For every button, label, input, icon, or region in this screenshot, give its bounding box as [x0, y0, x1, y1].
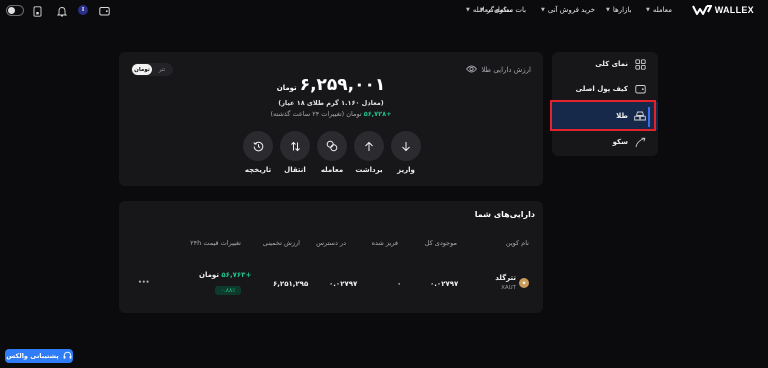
support-button[interactable]: پشتیبانی والکس [5, 349, 73, 363]
withdraw-button[interactable]: برداشت [354, 131, 384, 174]
support-label: پشتیبانی والکس [6, 352, 59, 360]
transfer-label: انتقال [284, 166, 306, 174]
trade-button[interactable]: معامله [317, 131, 347, 174]
chevron-down-icon: ▼ [646, 7, 650, 13]
profile-badge-icon[interactable]: I [78, 5, 88, 15]
nav-markets-label: بازارها [612, 6, 632, 14]
action-buttons: تاریخچه انتقال معامله برداشت واریز [243, 131, 421, 174]
gold-summary-card: تومان تتر ارزش دارایی طلا ۶,۲۵۹,۰۰۱تومان… [119, 52, 543, 186]
assets-card: دارایی‌های شما نام کوین موجودی کل فریز ش… [119, 201, 543, 313]
wallex-wordmark: WALLEX [714, 5, 754, 15]
nav-instant-buy-sell[interactable]: خرید فروش آنی ▼ [541, 6, 595, 14]
top-navigation: WALLEX معامله ▼ بازارها ▼ خرید فروش آنی … [0, 0, 768, 22]
price-change-amount: +۵۶,۷۶۳ تومان [199, 271, 251, 279]
sidebar-item-overview[interactable]: نمای کلی [552, 52, 658, 76]
estimated-value: ۶,۲۵۱,۲۹۵ [273, 280, 309, 288]
coin-name: تترگلد [495, 274, 516, 282]
daily-change-value: +۵۶,۷۲۸ [363, 110, 392, 118]
daily-change-label: تومان (تغییرات ۲۴ ساعت گذشته) [270, 110, 362, 118]
deposit-label: واریز [397, 166, 415, 174]
swap-icon [317, 131, 347, 161]
nav-markets[interactable]: بازارها ▼ [606, 6, 631, 14]
history-label: تاریخچه [244, 166, 272, 174]
wallex-logo-mark [691, 5, 712, 15]
nav-trade-label: معامله [652, 6, 672, 14]
trade-label: معامله [320, 166, 344, 174]
frozen-balance: ۰ [397, 280, 402, 288]
coin-symbol: XAUT [501, 285, 516, 291]
column-header: نام کوین [505, 239, 529, 247]
daily-change: +۵۶,۷۲۸ تومان (تغییرات ۲۴ ساعت گذشته) [119, 110, 543, 118]
history-button[interactable]: تاریخچه [243, 131, 273, 174]
history-icon [243, 131, 273, 161]
chevron-down-icon: ▼ [541, 7, 545, 13]
nav-instant-buy-sell-label: خرید فروش آنی [547, 6, 595, 14]
growth-icon [634, 136, 646, 148]
column-header: ارزش تخمینی [262, 239, 300, 247]
withdraw-label: برداشت [355, 166, 383, 174]
price-change-value: +۵۶,۷۶۳ [221, 271, 252, 279]
sidebar-item-saku[interactable]: سکو [552, 130, 658, 154]
eye-icon[interactable] [466, 65, 478, 75]
nav-trade[interactable]: معامله ▼ [646, 6, 672, 14]
gram-equivalent: (معادل ۱.۱۶۰ گرم طلای ۱۸ عیار) [278, 99, 384, 107]
bell-icon[interactable] [56, 5, 68, 17]
card-title: ارزش دارایی طلا [466, 65, 531, 75]
active-item-highlight-box [550, 100, 656, 131]
nav-trading-platform[interactable]: سکوی معامله ▼ [466, 6, 513, 14]
total-value: ۶,۲۵۹,۰۰۱تومان [119, 75, 543, 95]
sidebar-item-label: کیف پول اصلی [575, 85, 628, 93]
column-header: موجودی کل [424, 239, 457, 247]
currency-option-toman[interactable]: تومان [132, 64, 152, 75]
chevron-down-icon: ▼ [466, 7, 470, 13]
total-value-number: ۶,۲۵۹,۰۰۱ [299, 75, 386, 95]
chevron-down-icon: ▼ [606, 7, 610, 13]
transfer-button[interactable]: انتقال [280, 131, 310, 174]
toggle-knob [8, 7, 15, 14]
sidebar-item-label: نمای کلی [595, 60, 628, 68]
column-header: فریز شده [371, 239, 398, 247]
column-header: تغییرات قیمت ۲۴h [190, 239, 241, 247]
sidebar-item-main-wallet[interactable]: کیف پول اصلی [552, 77, 658, 101]
assets-title: دارایی‌های شما [474, 210, 535, 219]
arrow-down-icon [391, 131, 421, 161]
wallet-icon [634, 83, 646, 95]
column-header: در دسترس [316, 239, 346, 247]
tether-gold-icon: ✦ [519, 278, 529, 288]
device-icon[interactable] [31, 5, 43, 17]
arrow-up-icon [354, 131, 384, 161]
sidebar-item-label: سکو [612, 138, 628, 146]
wallet-icon[interactable] [98, 5, 110, 17]
more-options-icon[interactable]: ••• [138, 279, 150, 286]
total-balance: ۰.۰۲۷۹۷ [430, 280, 459, 288]
price-change-percent-badge: ۰.۸۸٪ [215, 286, 241, 295]
theme-toggle[interactable] [6, 5, 24, 16]
total-value-unit: تومان [276, 84, 297, 92]
deposit-button[interactable]: واریز [391, 131, 421, 174]
headset-icon [63, 351, 72, 362]
price-change-unit: تومان [199, 271, 219, 279]
card-title-text: ارزش دارایی طلا [481, 66, 531, 74]
wallex-logo[interactable]: WALLEX [691, 5, 754, 15]
nav-trading-platform-label: سکوی معامله [472, 6, 513, 14]
transfer-icon [280, 131, 310, 161]
available-balance: ۰.۰۲۷۹۷ [329, 280, 358, 288]
currency-option-usdt[interactable]: تتر [152, 64, 172, 75]
grid-icon [634, 58, 646, 70]
